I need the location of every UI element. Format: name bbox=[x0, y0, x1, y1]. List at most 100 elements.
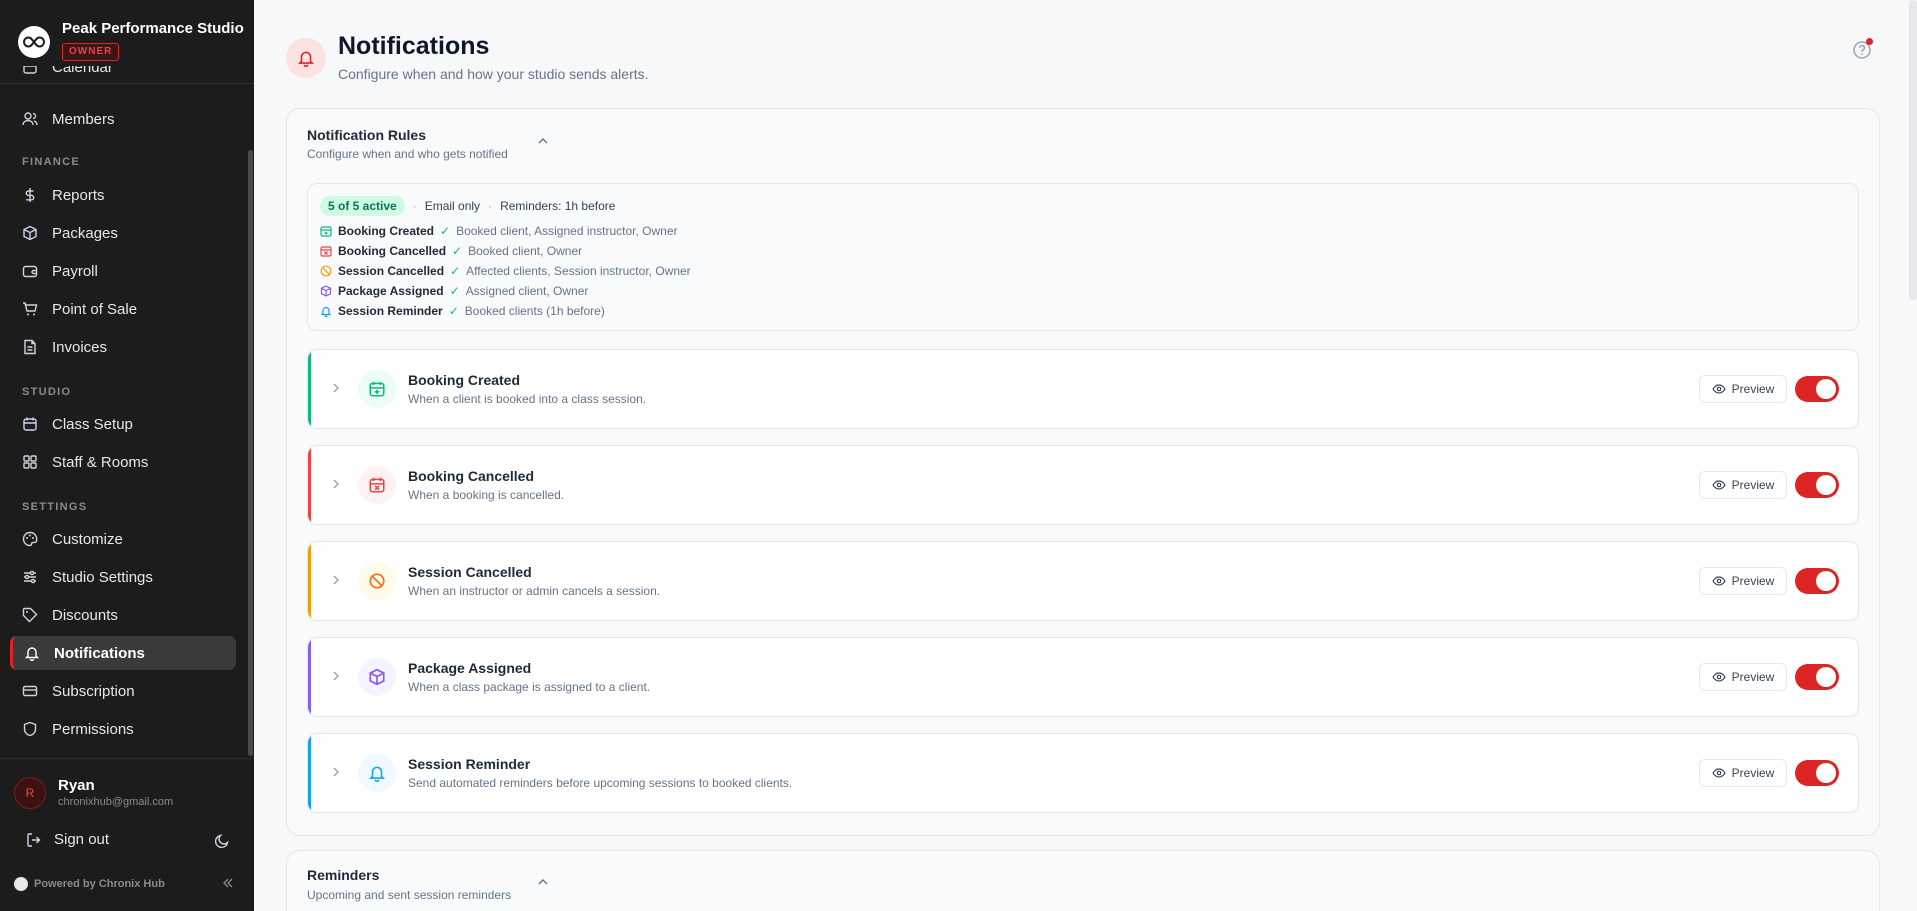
sidebar-item-notifications[interactable]: Notifications bbox=[10, 636, 236, 670]
check-icon: ✓ bbox=[449, 284, 460, 298]
sidebar-item-label: Payroll bbox=[52, 262, 98, 280]
sidebar-scrollbar[interactable] bbox=[248, 150, 253, 756]
preview-button[interactable]: Preview bbox=[1699, 375, 1787, 403]
sidebar-item-invoices[interactable]: Invoices bbox=[10, 330, 236, 364]
chevron-right-icon[interactable] bbox=[332, 670, 340, 682]
enable-toggle[interactable] bbox=[1795, 760, 1839, 786]
studio-name: Peak Performance Studio bbox=[62, 20, 244, 37]
check-icon: ✓ bbox=[448, 304, 459, 318]
sidebar-item-label: Subscription bbox=[52, 682, 135, 700]
rule-title: Booking Cancelled bbox=[408, 468, 535, 484]
main-scrollbar[interactable] bbox=[1909, 0, 1917, 300]
rule-card-session-reminder[interactable]: Session Reminder Send automated reminder… bbox=[307, 733, 1859, 813]
sidebar-item-class-setup[interactable]: Class Setup bbox=[10, 407, 236, 441]
chevron-right-icon[interactable] bbox=[332, 766, 340, 778]
enable-toggle[interactable] bbox=[1795, 568, 1839, 594]
rule-accent-bar bbox=[308, 446, 311, 524]
sign-out-button[interactable]: Sign out bbox=[26, 831, 109, 848]
toggle-knob bbox=[1816, 667, 1836, 687]
moon-icon[interactable] bbox=[214, 833, 230, 849]
user-email: chronixhub@gmail.com bbox=[58, 796, 174, 808]
role-badge: OWNER bbox=[62, 43, 120, 61]
summary-recipients: Booked client, Owner bbox=[468, 244, 583, 258]
summary-name: Session Cancelled bbox=[338, 264, 445, 278]
sidebar-item-label: Packages bbox=[52, 224, 118, 242]
user-footer: R Ryan chronixhub@gmail.com Sign out Pow… bbox=[0, 758, 254, 911]
sidebar-item-studio-settings[interactable]: Studio Settings bbox=[10, 560, 236, 594]
preview-button[interactable]: Preview bbox=[1699, 471, 1787, 499]
page-subtitle: Configure when and how your studio sends… bbox=[338, 66, 649, 82]
enable-toggle[interactable] bbox=[1795, 472, 1839, 498]
sidebar-item-discounts[interactable]: Discounts bbox=[10, 598, 236, 632]
avatar[interactable]: R bbox=[14, 777, 46, 809]
sidebar-item-label: Point of Sale bbox=[52, 300, 138, 318]
chevron-up-icon[interactable] bbox=[537, 878, 549, 886]
chronix-logo-icon bbox=[14, 877, 28, 891]
panel-subtitle: Configure when and who gets notified bbox=[307, 147, 508, 161]
chevron-right-icon[interactable] bbox=[332, 382, 340, 394]
chevron-right-icon[interactable] bbox=[332, 478, 340, 490]
sidebar-item-label: Discounts bbox=[52, 606, 118, 624]
eye-icon bbox=[1711, 574, 1726, 588]
preview-button[interactable]: Preview bbox=[1699, 759, 1787, 787]
reminders-label: Reminders: 1h before bbox=[500, 199, 616, 213]
chevron-up-icon[interactable] bbox=[537, 137, 549, 145]
enable-toggle[interactable] bbox=[1795, 376, 1839, 402]
sidebar-item-packages[interactable]: Packages bbox=[10, 216, 236, 250]
package-icon bbox=[22, 225, 38, 241]
rule-card-session-cancelled[interactable]: Session Cancelled When an instructor or … bbox=[307, 541, 1859, 621]
rules-summary: 5 of 5 active · Email only · Reminders: … bbox=[307, 183, 1859, 331]
separator: · bbox=[412, 199, 417, 213]
sidebar-item-label: Reports bbox=[52, 186, 105, 204]
rule-card-booking-cancelled[interactable]: Booking Cancelled When a booking is canc… bbox=[307, 445, 1859, 525]
sidebar-item-calendar[interactable]: Calendar bbox=[10, 66, 236, 84]
rule-accent-bar bbox=[308, 350, 311, 428]
collapse-sidebar-icon[interactable] bbox=[222, 877, 234, 889]
chevron-right-icon[interactable] bbox=[332, 574, 340, 586]
toggle-knob bbox=[1816, 571, 1836, 591]
rule-description: When a class package is assigned to a cl… bbox=[408, 680, 651, 694]
powered-by[interactable]: Powered by Chronix Hub bbox=[14, 877, 165, 891]
grid-icon bbox=[22, 454, 38, 470]
summary-row: Booking Created ✓ Booked client, Assigne… bbox=[320, 224, 678, 238]
sidebar-item-members[interactable]: Members bbox=[10, 102, 236, 136]
panel-title: Reminders bbox=[307, 867, 380, 883]
sidebar-item-label: Permissions bbox=[52, 720, 134, 738]
credit-card-icon bbox=[22, 683, 38, 699]
check-icon: ✓ bbox=[440, 224, 451, 238]
separator: · bbox=[488, 199, 493, 213]
sidebar-item-reports[interactable]: Reports bbox=[10, 178, 236, 212]
rule-accent-bar bbox=[308, 734, 311, 812]
enable-toggle[interactable] bbox=[1795, 664, 1839, 690]
toggle-knob bbox=[1816, 763, 1836, 783]
palette-icon bbox=[22, 531, 38, 547]
summary-row: Session Cancelled ✓ Affected clients, Se… bbox=[320, 264, 691, 278]
preview-button[interactable]: Preview bbox=[1699, 663, 1787, 691]
calendar-x-icon bbox=[320, 245, 332, 257]
rule-card-booking-created[interactable]: Booking Created When a client is booked … bbox=[307, 349, 1859, 429]
sidebar-item-label: Invoices bbox=[52, 338, 108, 356]
sidebar-item-label: Notifications bbox=[54, 644, 145, 662]
calendar-plus-icon bbox=[358, 370, 396, 408]
summary-recipients: Assigned client, Owner bbox=[465, 284, 589, 298]
sidebar-item-payroll[interactable]: Payroll bbox=[10, 254, 236, 288]
sidebar-item-staff-rooms[interactable]: Staff & Rooms bbox=[10, 445, 236, 479]
preview-label: Preview bbox=[1731, 478, 1775, 492]
eye-icon bbox=[1711, 478, 1726, 492]
bell-icon bbox=[24, 645, 40, 661]
channel-label: Email only bbox=[424, 199, 481, 213]
rule-card-package-assigned[interactable]: Package Assigned When a class package is… bbox=[307, 637, 1859, 717]
rule-accent-bar bbox=[308, 638, 311, 716]
sidebar-item-point-of-sale[interactable]: Point of Sale bbox=[10, 292, 236, 326]
sidebar-item-permissions[interactable]: Permissions bbox=[10, 712, 236, 746]
powered-by-label: Powered by Chronix Hub bbox=[34, 878, 165, 890]
sidebar-item-customize[interactable]: Customize bbox=[10, 522, 236, 556]
sidebar-item-subscription[interactable]: Subscription bbox=[10, 674, 236, 708]
sidebar: Peak Performance Studio OWNER Calendar M… bbox=[0, 0, 254, 911]
summary-recipients: Booked clients (1h before) bbox=[464, 304, 605, 318]
package-icon bbox=[320, 285, 332, 297]
rule-title: Session Cancelled bbox=[408, 564, 532, 580]
rule-description: When an instructor or admin cancels a se… bbox=[408, 584, 661, 598]
dollar-icon bbox=[22, 187, 38, 203]
preview-button[interactable]: Preview bbox=[1699, 567, 1787, 595]
